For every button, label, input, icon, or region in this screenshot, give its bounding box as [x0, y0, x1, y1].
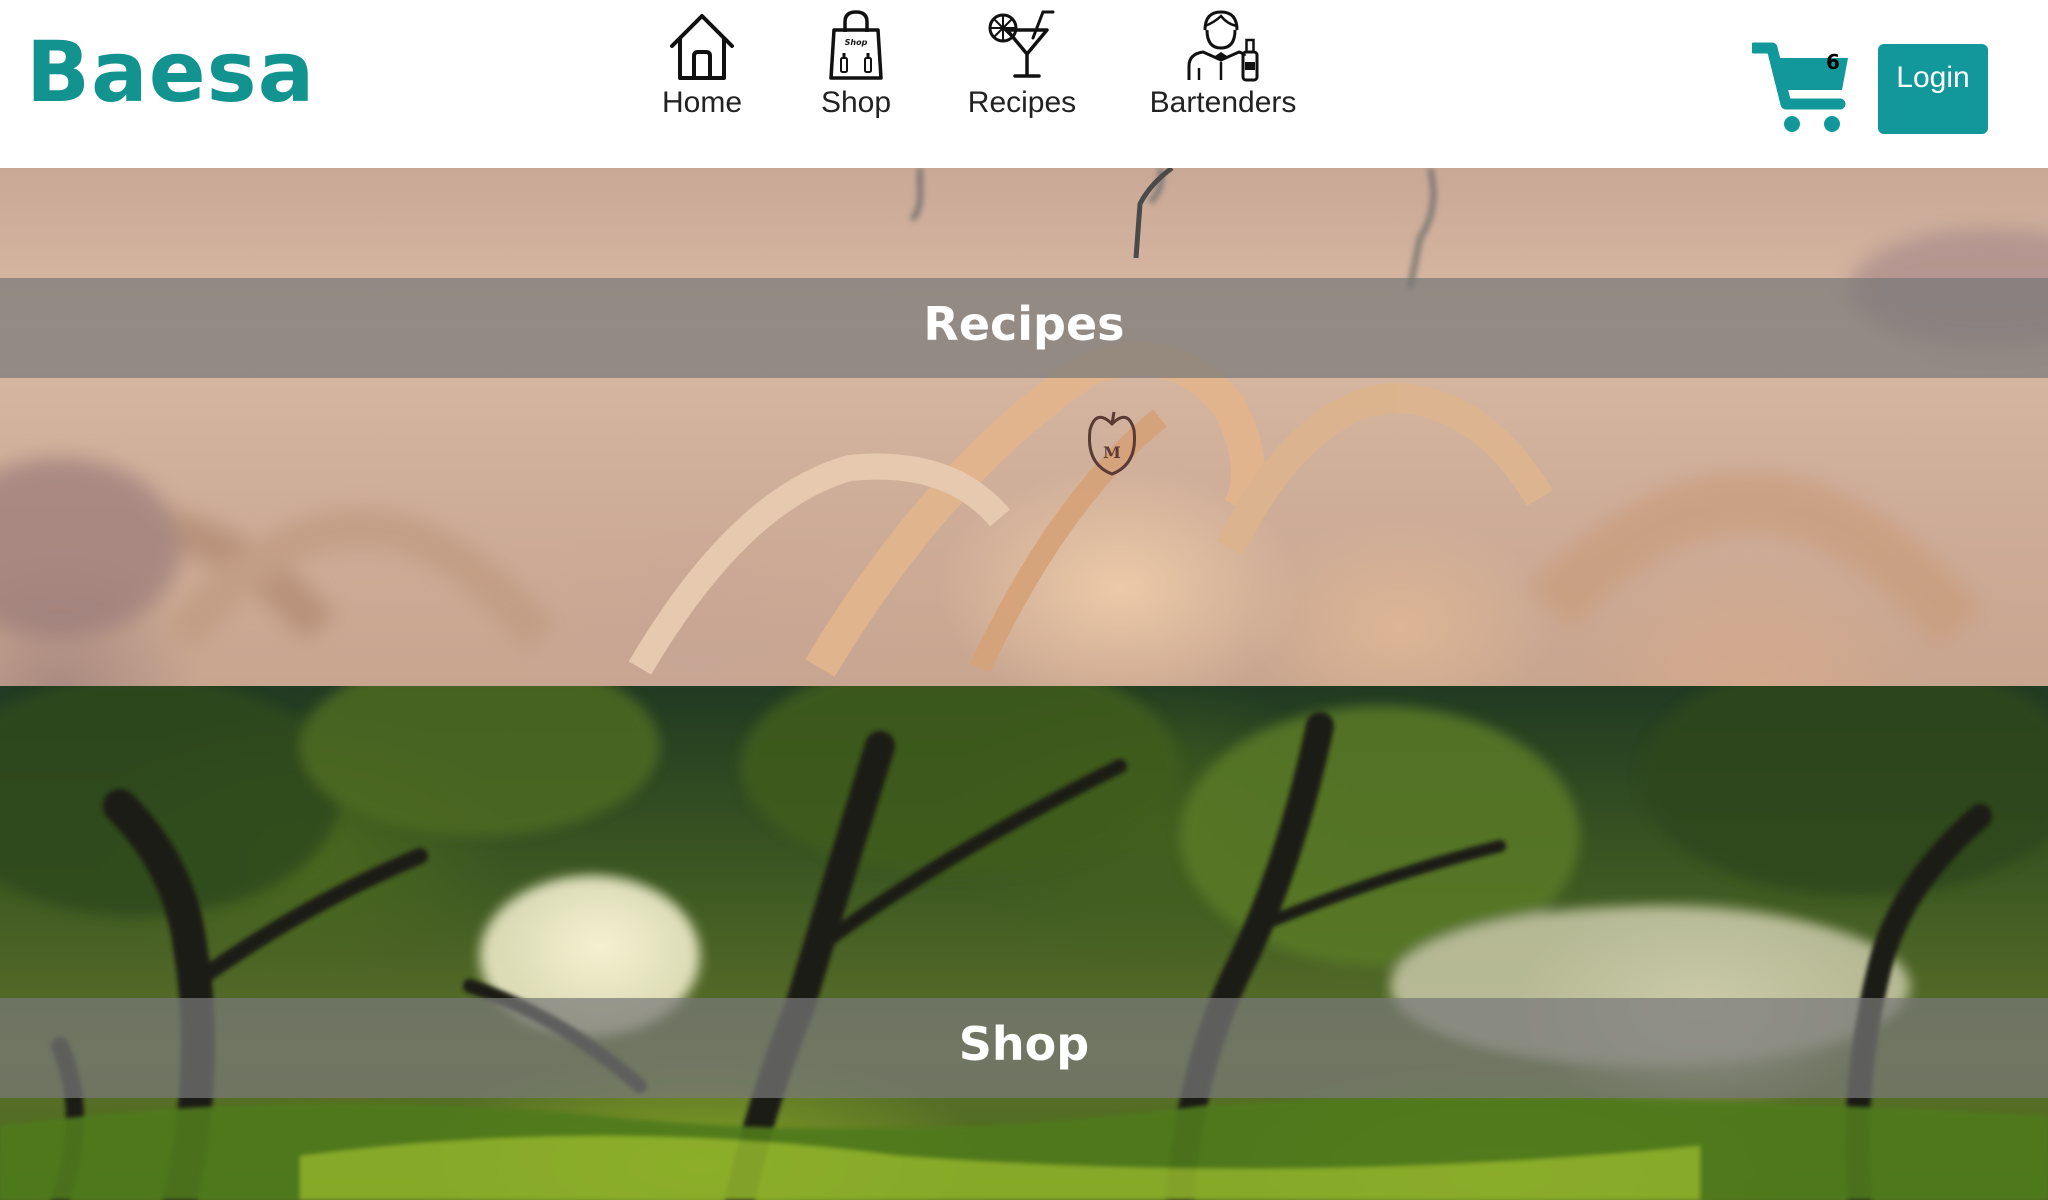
cocktail-glass-icon	[988, 10, 1055, 78]
svg-text:M: M	[1103, 443, 1121, 462]
recipes-banner-strip[interactable]: Recipes	[0, 278, 2048, 378]
bartender-icon	[1187, 10, 1259, 82]
wooden-hangers-photo: M	[0, 168, 2048, 677]
nav-item-shop[interactable]: Shop Shop	[814, 8, 898, 118]
bag-icon-text: Shop	[845, 38, 868, 47]
site-header: Baesa Home Shop Shop Recipes Bartenders …	[0, 0, 2048, 168]
brand-logo[interactable]: Baesa	[26, 30, 315, 114]
nav-item-recipes[interactable]: Recipes	[966, 8, 1078, 118]
recipes-banner[interactable]: M Recipes	[0, 168, 2048, 686]
nav-item-bartenders[interactable]: Bartenders	[1146, 8, 1300, 118]
cart-count-badge: 6	[1826, 50, 1840, 74]
sunlit-trees-photo	[0, 686, 2048, 1200]
shop-banner-strip[interactable]: Shop	[0, 998, 2048, 1098]
shop-banner[interactable]: Shop	[0, 686, 2048, 1200]
shop-banner-title: Shop	[958, 1017, 1090, 1071]
nav-label-bartenders: Bartenders	[1149, 86, 1297, 119]
shopping-bag-icon: Shop	[829, 10, 883, 80]
recipes-banner-title: Recipes	[923, 297, 1125, 351]
house-icon	[670, 14, 734, 80]
nav-label-shop: Shop	[820, 86, 892, 119]
nav-label-home: Home	[661, 86, 743, 119]
nav-label-recipes: Recipes	[967, 86, 1077, 119]
nav-item-home[interactable]: Home	[660, 8, 744, 118]
login-button[interactable]: Login	[1878, 44, 1988, 134]
